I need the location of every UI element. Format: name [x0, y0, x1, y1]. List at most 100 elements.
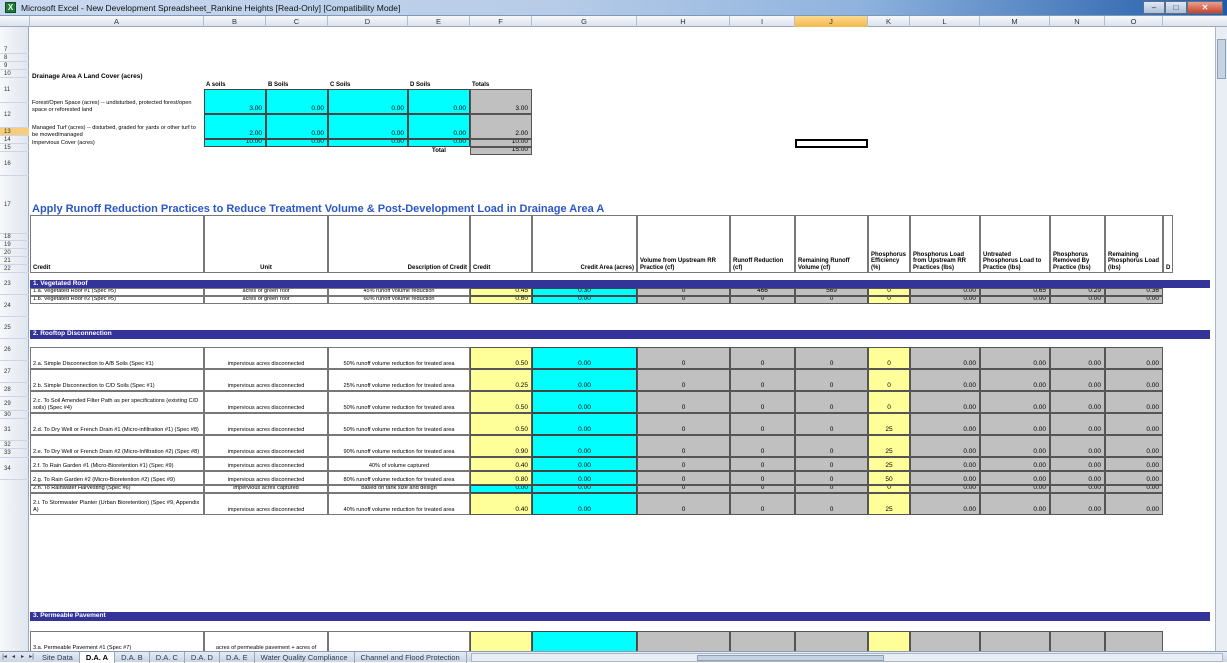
row-header-31[interactable]: 31	[0, 419, 29, 441]
column-header-i[interactable]: I	[730, 16, 795, 27]
row-header-18[interactable]: 18	[0, 234, 29, 241]
phosphorus-efficiency-19[interactable]: 0	[868, 288, 910, 296]
column-header-g[interactable]: G	[532, 16, 637, 27]
phosphorus-efficiency-29[interactable]: 50	[868, 471, 910, 485]
column-header-j[interactable]: J	[795, 16, 868, 27]
row-header-24[interactable]: 24	[0, 295, 29, 317]
last-sheet-button[interactable]: ▸|	[27, 653, 36, 662]
row-header-30[interactable]: 30	[0, 411, 29, 419]
spreadsheet-grid[interactable]: Drainage Area A Land Cover (acres) A soi…	[30, 27, 1215, 651]
credit-value-29[interactable]: 0.80	[470, 471, 532, 485]
column-header-a[interactable]: A	[30, 16, 204, 27]
credit-value-19[interactable]: 0.45	[470, 288, 532, 296]
cell-turf-a[interactable]: 2.00	[204, 114, 266, 139]
row-header-13[interactable]: 13	[0, 128, 29, 136]
cell-turf-c[interactable]: 0.00	[328, 114, 408, 139]
row-header-22[interactable]: 22	[0, 265, 29, 273]
phosphorus-efficiency-20[interactable]: 0	[868, 296, 910, 304]
credit-value-30[interactable]: 0.00	[470, 485, 532, 493]
row-header-7[interactable]: 7	[0, 46, 29, 54]
credit-area-30[interactable]: 0.00	[532, 485, 637, 493]
credit-area-19[interactable]: 0.30	[532, 288, 637, 296]
row-header-17[interactable]: 17	[0, 176, 29, 234]
row-header-23[interactable]: 23	[0, 273, 29, 295]
phosphorus-efficiency-28[interactable]: 25	[868, 457, 910, 471]
row-header-28[interactable]: 28	[0, 383, 29, 397]
row-header-15[interactable]: 15	[0, 144, 29, 152]
cell-imp-d[interactable]: 0.00	[408, 139, 470, 147]
row-header-20[interactable]: 20	[0, 249, 29, 257]
cell-forest-total[interactable]: 3.00	[470, 89, 532, 114]
prev-sheet-button[interactable]: ◂	[9, 653, 18, 662]
row-header-32[interactable]: 32	[0, 441, 29, 449]
credit-value-23[interactable]: 0.50	[470, 347, 532, 369]
sheet-tab-da-c[interactable]: D.A. C	[150, 651, 185, 663]
column-header-f[interactable]: F	[470, 16, 532, 27]
cell-imp-a[interactable]: 10.00	[204, 139, 266, 147]
credit-value-25[interactable]: 0.50	[470, 391, 532, 413]
row-header-27[interactable]: 27	[0, 361, 29, 383]
row-header-34[interactable]: 34	[0, 458, 29, 480]
row-header-29[interactable]: 29	[0, 397, 29, 411]
cell-imp-c[interactable]: 0.00	[328, 139, 408, 147]
first-sheet-button[interactable]: |◂	[0, 653, 9, 662]
sheet-tab-site-data[interactable]: Site Data	[36, 651, 80, 663]
excel-app-icon[interactable]: X	[5, 2, 16, 13]
vertical-scroll-thumb[interactable]	[1217, 39, 1226, 79]
column-header-l[interactable]: L	[910, 16, 980, 27]
row-header-10[interactable]: 10	[0, 70, 29, 78]
area-3a[interactable]	[532, 631, 637, 651]
minimize-button[interactable]: –	[1143, 1, 1165, 14]
column-header-e[interactable]: E	[408, 16, 470, 27]
horizontal-scroll-thumb[interactable]	[696, 654, 885, 661]
sheet-tab-da-e[interactable]: D.A. E	[220, 651, 255, 663]
phosphorus-efficiency-23[interactable]: 0	[868, 347, 910, 369]
column-header-d[interactable]: D	[328, 16, 408, 27]
credit-area-31[interactable]: 0.00	[532, 493, 637, 515]
phosphorus-efficiency-24[interactable]: 0	[868, 369, 910, 391]
phosphorus-efficiency-30[interactable]: 0	[868, 485, 910, 493]
credit-value-28[interactable]: 0.40	[470, 457, 532, 471]
cell-forest-b[interactable]: 0.00	[266, 89, 328, 114]
sheet-tab-water-quality[interactable]: Water Quality Compliance	[255, 651, 355, 663]
close-button[interactable]: ✕	[1187, 1, 1223, 14]
sheet-tab-da-d[interactable]: D.A. D	[185, 651, 220, 663]
sheet-tab-channel-flood[interactable]: Channel and Flood Protection	[355, 651, 467, 663]
cell-turf-b[interactable]: 0.00	[266, 114, 328, 139]
next-sheet-button[interactable]: ▸	[18, 653, 27, 662]
column-header-b[interactable]: B	[204, 16, 266, 27]
sheet-tab-da-a[interactable]: D.A. A	[79, 651, 116, 663]
credit-value-20[interactable]: 0.60	[470, 296, 532, 304]
phosphorus-efficiency-31[interactable]: 25	[868, 493, 910, 515]
row-header-16[interactable]: 16	[0, 152, 29, 176]
credit-value-24[interactable]: 0.25	[470, 369, 532, 391]
credit-area-26[interactable]: 0.00	[532, 413, 637, 435]
cell-forest-d[interactable]: 0.00	[408, 89, 470, 114]
credit-value-31[interactable]: 0.40	[470, 493, 532, 515]
row-header-21[interactable]: 21	[0, 257, 29, 265]
row-header-12[interactable]: 12	[0, 103, 29, 128]
credit-value-27[interactable]: 0.90	[470, 435, 532, 457]
row-header-11[interactable]: 11	[0, 78, 29, 103]
row-header-25[interactable]: 25	[0, 317, 29, 339]
column-header-k[interactable]: K	[868, 16, 910, 27]
phosphorus-efficiency-27[interactable]: 25	[868, 435, 910, 457]
credit-area-28[interactable]: 0.00	[532, 457, 637, 471]
column-header-m[interactable]: M	[980, 16, 1050, 27]
maximize-button[interactable]: □	[1165, 1, 1187, 14]
row-header-33[interactable]: 33	[0, 449, 29, 458]
row-header-14[interactable]: 14	[0, 136, 29, 144]
cell-grand-total[interactable]: 15.00	[470, 147, 532, 155]
row-header-9[interactable]: 9	[0, 62, 29, 70]
sheet-tab-da-b[interactable]: D.A. B	[115, 651, 150, 663]
column-header-o[interactable]: O	[1105, 16, 1163, 27]
credit-area-20[interactable]: 0.00	[532, 296, 637, 304]
row-header-19[interactable]: 19	[0, 241, 29, 249]
phosphorus-efficiency-26[interactable]: 25	[868, 413, 910, 435]
credit-area-29[interactable]: 0.00	[532, 471, 637, 485]
select-all-corner[interactable]	[0, 16, 30, 27]
credit-3a[interactable]	[470, 631, 532, 651]
cell-forest-a[interactable]: 3.00	[204, 89, 266, 114]
cell-forest-c[interactable]: 0.00	[328, 89, 408, 114]
credit-area-25[interactable]: 0.00	[532, 391, 637, 413]
